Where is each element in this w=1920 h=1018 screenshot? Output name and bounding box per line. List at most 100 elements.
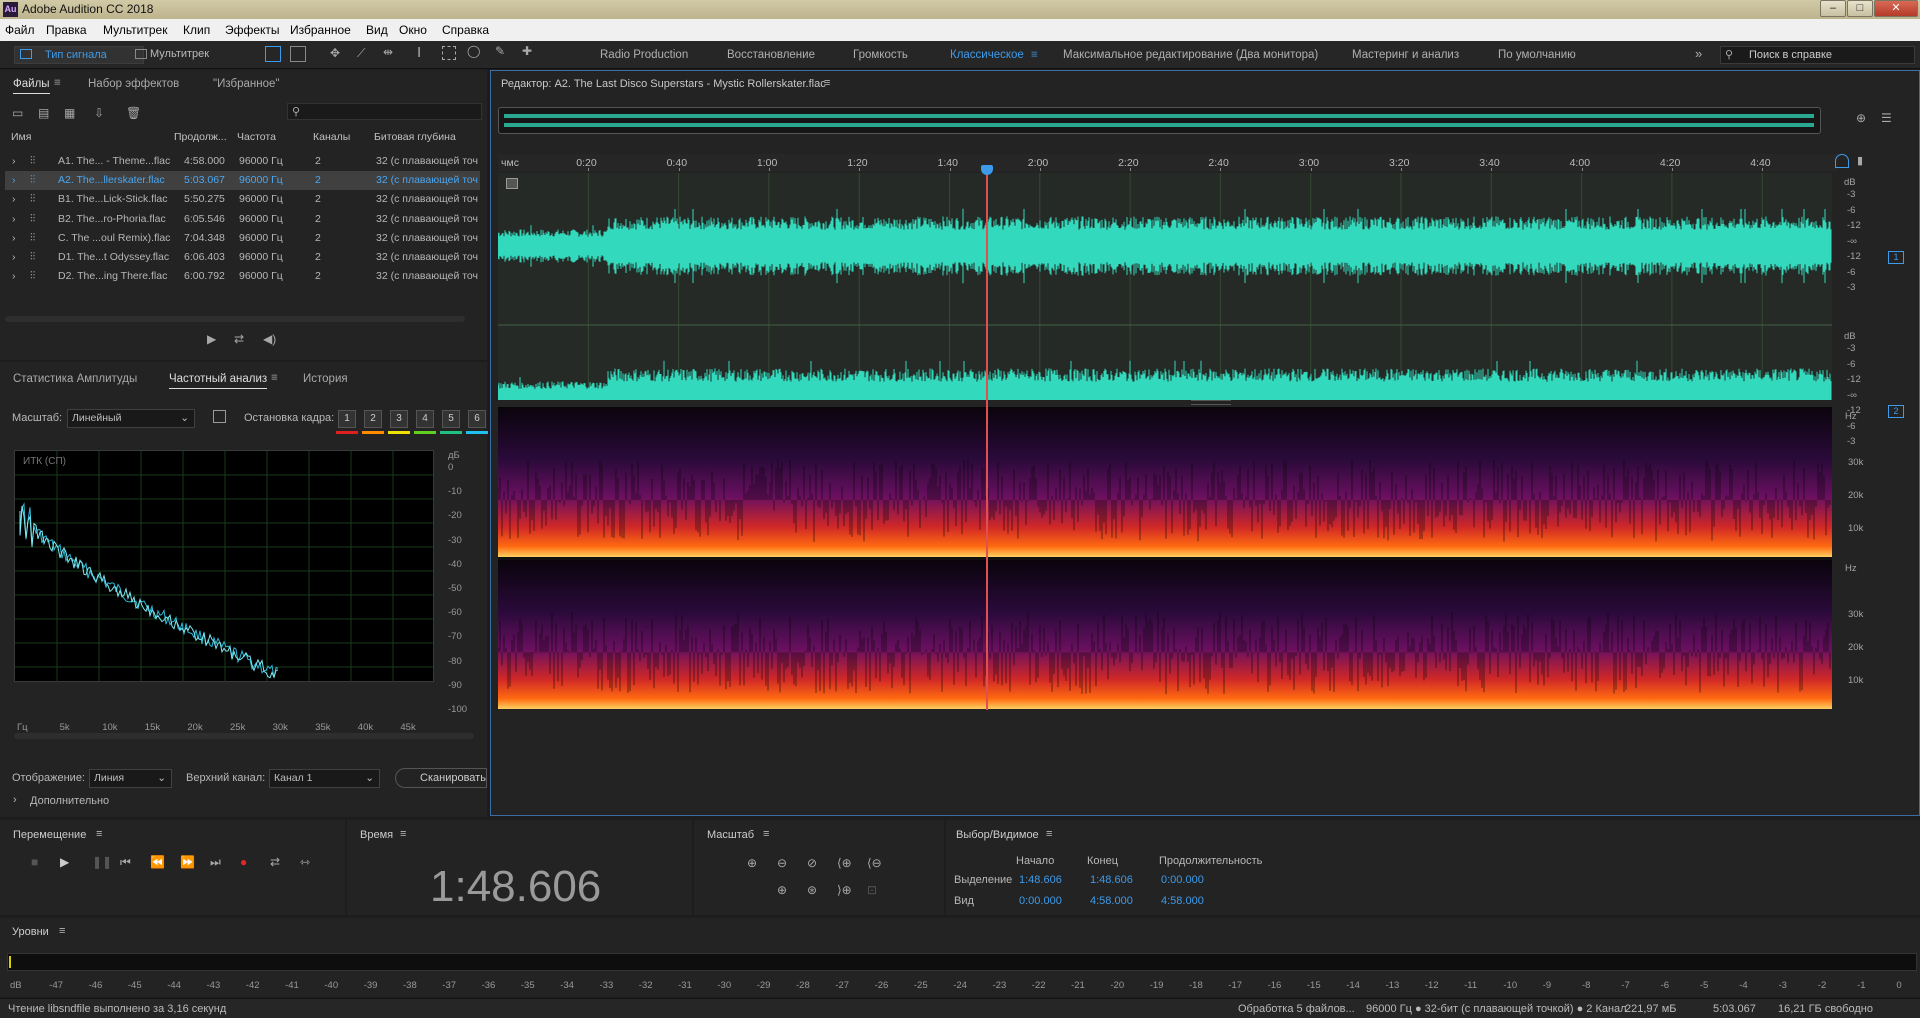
help-search-input[interactable]: Поиск в справке [1749, 49, 1832, 61]
record-icon[interactable]: ● [240, 855, 247, 869]
editor-menu-icon[interactable]: ≡ [824, 77, 830, 89]
waveform-mode-button[interactable]: Тип сигнала [14, 46, 144, 64]
zoom-out-time-icon[interactable]: ⟨⊖ [867, 856, 882, 870]
minimize-button[interactable]: – [1820, 0, 1846, 17]
razor-tool-icon[interactable]: ⟋ [357, 46, 365, 61]
stop-icon[interactable]: ■ [31, 855, 38, 869]
col-name[interactable]: Имя [11, 131, 31, 143]
zoom-selection-icon[interactable]: ⟩⊕ [837, 883, 852, 897]
zoom-menu-icon[interactable]: ≡ [763, 828, 769, 840]
slip-tool-icon[interactable]: ⇹ [383, 45, 393, 59]
scale-dropdown[interactable]: Линейный ⌄ [67, 409, 195, 428]
menu-favorites[interactable]: Избранное [290, 23, 351, 37]
chevron-right-icon[interactable]: › [12, 213, 16, 225]
tab-effects-rack[interactable]: Набор эффектов [88, 78, 179, 90]
time-menu-icon[interactable]: ≡ [400, 828, 406, 840]
tab-favorites[interactable]: "Избранное" [213, 78, 279, 90]
files-scrollbar[interactable] [5, 316, 465, 322]
workspace-menu-icon[interactable]: ≡ [1031, 49, 1038, 61]
spectral-display[interactable] [497, 407, 1832, 709]
selection-end[interactable]: 1:48.606 [1090, 874, 1133, 886]
menu-window[interactable]: Окно [399, 23, 427, 37]
multitrack-mode-button[interactable]: Мультитрек [130, 46, 220, 64]
brush-tool-icon[interactable]: ✎ [495, 44, 505, 58]
zoom-to-selection-icon[interactable]: ⊕ [1856, 111, 1866, 125]
pitch-display-icon[interactable] [290, 46, 306, 62]
move-tool-icon[interactable]: ✥ [330, 46, 340, 60]
zoom-in-time-icon[interactable]: ⟨⊕ [837, 856, 852, 870]
file-row[interactable]: › ⫶⫶ A2. The...llerskater.flac 5:03.067 9600… [5, 171, 480, 191]
levels-menu-icon[interactable]: ≡ [59, 925, 65, 937]
analysis-menu-icon[interactable]: ≡ [271, 372, 278, 384]
tab-files[interactable]: Файлы [13, 78, 50, 94]
advanced-toggle[interactable]: Дополнительно [30, 795, 109, 807]
freeze-slot[interactable]: 3 [390, 410, 408, 428]
chevron-right-icon[interactable]: › [12, 232, 16, 244]
chevron-right-icon[interactable]: › [12, 155, 16, 167]
zoom-reset-icon[interactable]: ⊡ [867, 883, 877, 897]
maximize-button[interactable]: □ [1847, 0, 1873, 17]
play-icon[interactable]: ▶ [60, 855, 69, 869]
display-dropdown[interactable]: Линия ⌄ [89, 769, 172, 788]
workspace-mastering[interactable]: Мастеринг и анализ [1352, 49, 1459, 61]
freeze-slot[interactable]: 6 [468, 410, 486, 428]
tab-history[interactable]: История [303, 373, 348, 385]
workspace-restoration[interactable]: Восстановление [727, 49, 815, 61]
skip-to-end-icon[interactable]: ⏭ [210, 855, 221, 870]
freeze-slot[interactable]: 4 [416, 410, 434, 428]
zoom-in-right-icon[interactable]: ⊛ [807, 883, 817, 897]
skip-to-start-icon[interactable]: ⏮ [120, 855, 131, 870]
workspace-radio-production[interactable]: Radio Production [600, 49, 688, 61]
file-row[interactable]: › ⫶⫶ D2. The...ing There.flac 6:00.792 96000… [5, 267, 480, 286]
time-selection-tool-icon[interactable]: I [417, 44, 421, 61]
delete-icon[interactable]: 🗑 [126, 106, 141, 120]
close-button[interactable]: ✕ [1874, 0, 1918, 17]
selection-menu-icon[interactable]: ≡ [1046, 828, 1052, 840]
file-row[interactable]: › ⫶⫶ C. The ...oul Remix).flac 7:04.348 9600… [5, 229, 480, 248]
snap-icon[interactable] [1835, 154, 1849, 168]
playhead-line[interactable] [986, 165, 988, 710]
workspace-loudness[interactable]: Громкость [853, 49, 908, 61]
lasso-tool-icon[interactable]: ◯ [467, 44, 480, 58]
spectral-display-icon[interactable] [265, 46, 281, 62]
col-depth[interactable]: Битовая глубина [374, 131, 456, 143]
loop-preview-icon[interactable]: ⇄ [234, 332, 244, 346]
tab-amplitude-stats[interactable]: Статистика Амплитуды [13, 373, 137, 385]
freeze-slot[interactable]: 5 [442, 410, 460, 428]
help-search-box[interactable]: ⚲ Поиск в справке [1720, 46, 1915, 64]
zoom-out-full-icon[interactable]: ⊘ [807, 856, 817, 870]
marker-icon[interactable]: ▮ [1857, 154, 1863, 167]
chevron-right-icon[interactable]: › [12, 174, 16, 186]
top-channel-dropdown[interactable]: Канал 1 ⌄ [269, 769, 380, 788]
autoplay-icon[interactable]: ◀) [263, 332, 276, 346]
channel-2-badge[interactable]: 2 [1888, 405, 1904, 418]
workspace-default[interactable]: По умолчанию [1498, 49, 1576, 61]
freeze-slot[interactable]: 1 [338, 410, 356, 428]
skip-selection-icon[interactable]: ⇿ [300, 855, 310, 869]
menu-clip[interactable]: Клип [183, 23, 210, 37]
zoom-in-amplitude-icon[interactable]: ⊕ [747, 856, 757, 870]
open-file-icon[interactable]: ▭ [12, 106, 23, 120]
col-duration[interactable]: Продолж... [174, 131, 227, 143]
selection-duration[interactable]: 0:00.000 [1161, 874, 1204, 886]
workspace-max-editing[interactable]: Максимальное редактирование (Два монитор… [1063, 49, 1318, 61]
menu-effects[interactable]: Эффекты [225, 23, 280, 37]
zoom-in-left-icon[interactable]: ⊕ [777, 883, 787, 897]
view-end[interactable]: 4:58.000 [1090, 895, 1133, 907]
chevron-right-icon[interactable]: › [13, 794, 17, 806]
menu-view[interactable]: Вид [366, 23, 388, 37]
zoom-out-amplitude-icon[interactable]: ⊖ [777, 856, 787, 870]
scan-button[interactable]: Сканировать [395, 768, 487, 788]
file-row[interactable]: › ⫶⫶ D1. The...t Odyssey.flac 6:06.403 96000… [5, 248, 480, 267]
spot-healing-icon[interactable]: ✚ [522, 44, 532, 58]
chevron-right-icon[interactable]: › [12, 193, 16, 205]
col-channels[interactable]: Каналы [313, 131, 350, 143]
workspace-classic[interactable]: Классическое [950, 49, 1024, 61]
transport-menu-icon[interactable]: ≡ [96, 828, 102, 840]
menu-help[interactable]: Справка [442, 23, 489, 37]
file-row[interactable]: › ⫶⫶ B1. The...Lick-Stick.flac 5:50.275 9600… [5, 190, 480, 209]
marquee-tool-icon[interactable] [442, 46, 456, 60]
menu-file[interactable]: Файл [5, 23, 35, 37]
menu-edit[interactable]: Правка [46, 23, 87, 37]
pause-icon[interactable]: ❚❚ [92, 855, 112, 869]
